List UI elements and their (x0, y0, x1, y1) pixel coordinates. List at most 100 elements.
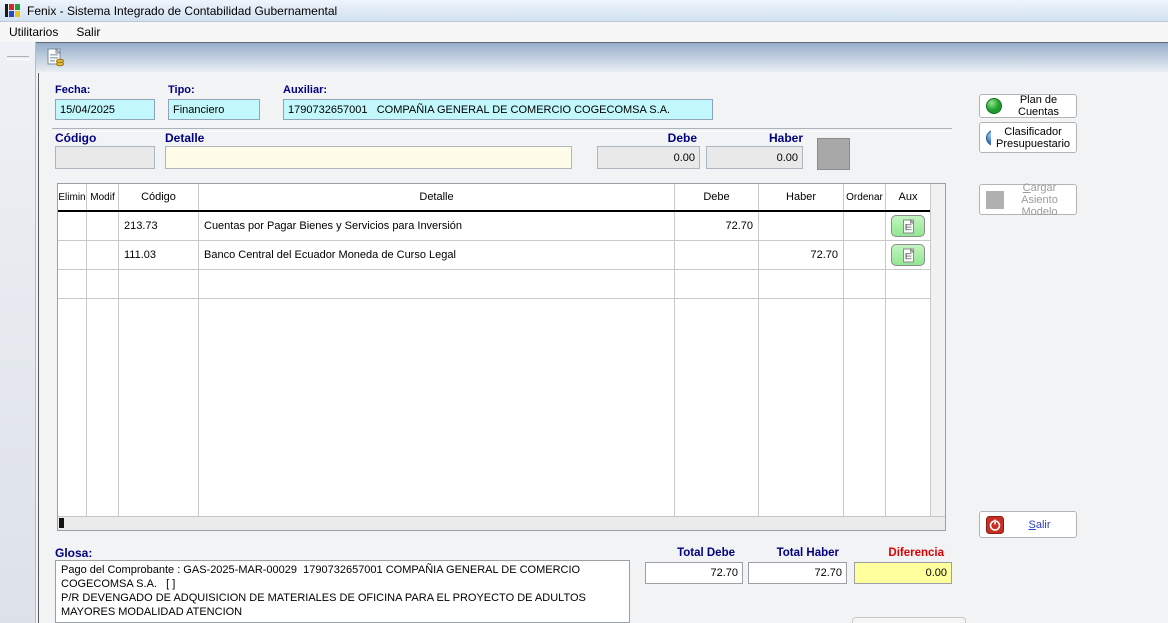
document-icon (902, 248, 915, 263)
diferencia-label: Diferencia (854, 547, 952, 559)
grid-vertical-scrollbar[interactable] (930, 184, 945, 517)
glosa-label: Glosa: (55, 546, 92, 560)
fecha-field[interactable]: 15/04/2025 (55, 99, 155, 120)
menu-bar: Utilitarios Salir (0, 22, 1168, 42)
grid-cell (58, 270, 87, 298)
fecha-label: Fecha: (55, 84, 90, 96)
grid-cell: Cuentas por Pagar Bienes y Servicios par… (199, 212, 675, 240)
debe-label: Debe (597, 131, 697, 145)
menu-utilitarios[interactable]: Utilitarios (0, 23, 67, 41)
grid-row[interactable] (58, 270, 945, 299)
grid-row[interactable]: 213.73Cuentas por Pagar Bienes y Servici… (58, 212, 945, 241)
grid-cell (199, 270, 675, 298)
grid-cell: 213.73 (119, 212, 199, 240)
grid-cell (844, 241, 886, 269)
grid-cell (886, 299, 931, 530)
splitter-grip[interactable] (7, 56, 29, 60)
tipo-label: Tipo: (168, 84, 195, 96)
diferencia-value: 0.00 (854, 562, 952, 584)
grid-row[interactable] (58, 299, 945, 530)
toolbar (36, 42, 1168, 72)
col-header-codigo: Código (119, 184, 199, 210)
grid-cell (58, 299, 87, 530)
col-header-aux: Aux (886, 184, 931, 210)
grid-cell (759, 270, 844, 298)
clasificador-presupuestario-button[interactable]: Clasificador Presupuestario (979, 122, 1077, 153)
copy-voucher-icon (46, 48, 66, 68)
power-icon (986, 516, 1004, 534)
grid-cell (87, 241, 119, 269)
haber-label: Haber (706, 131, 803, 145)
glosa-textarea[interactable]: Pago del Comprobante : GAS-2025-MAR-0002… (55, 560, 630, 623)
grid-cell (87, 270, 119, 298)
menu-salir[interactable]: Salir (67, 23, 109, 41)
grid-horizontal-scrollbar[interactable] (58, 516, 945, 530)
grid-cell (58, 241, 87, 269)
col-header-ordenar: Ordenar (844, 184, 886, 210)
plan-de-cuentas-label: Plan de Cuentas (1007, 94, 1070, 118)
grid-header-row: Elimin Modif Código Detalle Debe Haber O… (58, 184, 945, 212)
codigo-input[interactable] (55, 146, 155, 169)
fenix-app-icon (5, 3, 21, 18)
cargar-asiento-modelo-label: Cargar Asiento Modelo (1009, 182, 1070, 218)
detalle-label: Detalle (165, 131, 204, 145)
total-debe-label: Total Debe (645, 547, 743, 559)
grid-cell (675, 270, 759, 298)
auxiliar-field[interactable]: 1790732657001 COMPAÑIA GENERAL DE COMERC… (283, 99, 713, 120)
debe-input[interactable]: 0.00 (597, 146, 700, 169)
grid-cell (759, 299, 844, 530)
frame-border-line (38, 73, 39, 623)
plan-de-cuentas-button[interactable]: Plan de Cuentas (979, 94, 1077, 118)
codigo-label: Código (55, 131, 96, 145)
add-line-button[interactable] (817, 138, 850, 170)
blue-sphere-icon (986, 130, 991, 146)
grid-cell: 72.70 (759, 241, 844, 269)
grid-row[interactable]: 111.03Banco Central del Ecuador Moneda d… (58, 241, 945, 270)
grid-cell (844, 299, 886, 530)
entries-grid: Elimin Modif Código Detalle Debe Haber O… (57, 183, 946, 531)
grid-cell (119, 299, 199, 530)
grid-body: 213.73Cuentas por Pagar Bienes y Servici… (58, 212, 945, 530)
green-sphere-icon (986, 98, 1002, 114)
col-header-haber: Haber (759, 184, 844, 210)
grid-cell (886, 241, 931, 269)
grid-cell (87, 299, 119, 530)
col-header-elimin: Elimin (58, 184, 87, 210)
detalle-input[interactable] (165, 146, 572, 169)
col-header-debe: Debe (675, 184, 759, 210)
haber-input[interactable]: 0.00 (706, 146, 803, 169)
grid-cell (119, 270, 199, 298)
grid-cell (87, 212, 119, 240)
auxiliar-label: Auxiliar: (283, 84, 327, 96)
left-panel-splitter[interactable] (0, 42, 36, 623)
grid-cell (844, 270, 886, 298)
aux-button[interactable] (891, 215, 925, 237)
cargar-asiento-modelo-button[interactable]: Cargar Asiento Modelo (979, 184, 1077, 215)
application-window: Fenix - Sistema Integrado de Contabilida… (0, 0, 1168, 623)
grid-cell: 72.70 (675, 212, 759, 240)
document-icon (902, 219, 915, 234)
copy-voucher-button[interactable] (44, 47, 68, 70)
tipo-field[interactable]: Financiero (168, 99, 260, 120)
window-title: Fenix - Sistema Integrado de Contabilida… (27, 4, 337, 18)
title-bar: Fenix - Sistema Integrado de Contabilida… (0, 0, 1168, 22)
gray-square-icon (986, 191, 1004, 209)
grid-cell (58, 212, 87, 240)
grid-cell (759, 212, 844, 240)
grid-cell: 111.03 (119, 241, 199, 269)
total-debe-value: 72.70 (645, 562, 743, 584)
col-header-modif: Modif (87, 184, 119, 210)
col-header-detalle: Detalle (199, 184, 675, 210)
grid-cell: Banco Central del Ecuador Moneda de Curs… (199, 241, 675, 269)
salir-button-label: Salir (1009, 519, 1070, 531)
aux-button[interactable] (891, 244, 925, 266)
salir-button[interactable]: Salir (979, 511, 1077, 538)
grid-cell (199, 299, 675, 530)
partial-button-bottom[interactable] (852, 617, 966, 623)
grid-cell (886, 270, 931, 298)
total-haber-value: 72.70 (748, 562, 847, 584)
clasificador-presupuestario-label: Clasificador Presupuestario (996, 126, 1070, 150)
grid-cell (886, 212, 931, 240)
grid-cell (675, 241, 759, 269)
scrollbar-thumb[interactable] (59, 518, 64, 528)
